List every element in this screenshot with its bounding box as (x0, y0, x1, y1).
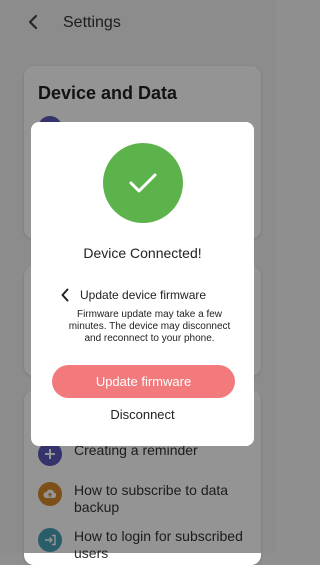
firmware-label: Update device firmware (80, 288, 207, 302)
chevron-left-icon (58, 287, 72, 303)
disconnect-button[interactable]: Disconnect (31, 407, 254, 422)
device-connected-dialog: Device Connected! Update device firmware… (31, 122, 254, 446)
check-icon (129, 173, 157, 193)
dialog-title: Device Connected! (83, 245, 202, 261)
firmware-description: Firmware update may take a few minutes. … (68, 309, 231, 344)
success-badge (103, 143, 183, 223)
firmware-toggle[interactable]: Update device firmware (58, 287, 206, 303)
update-firmware-button[interactable]: Update firmware (52, 365, 235, 398)
